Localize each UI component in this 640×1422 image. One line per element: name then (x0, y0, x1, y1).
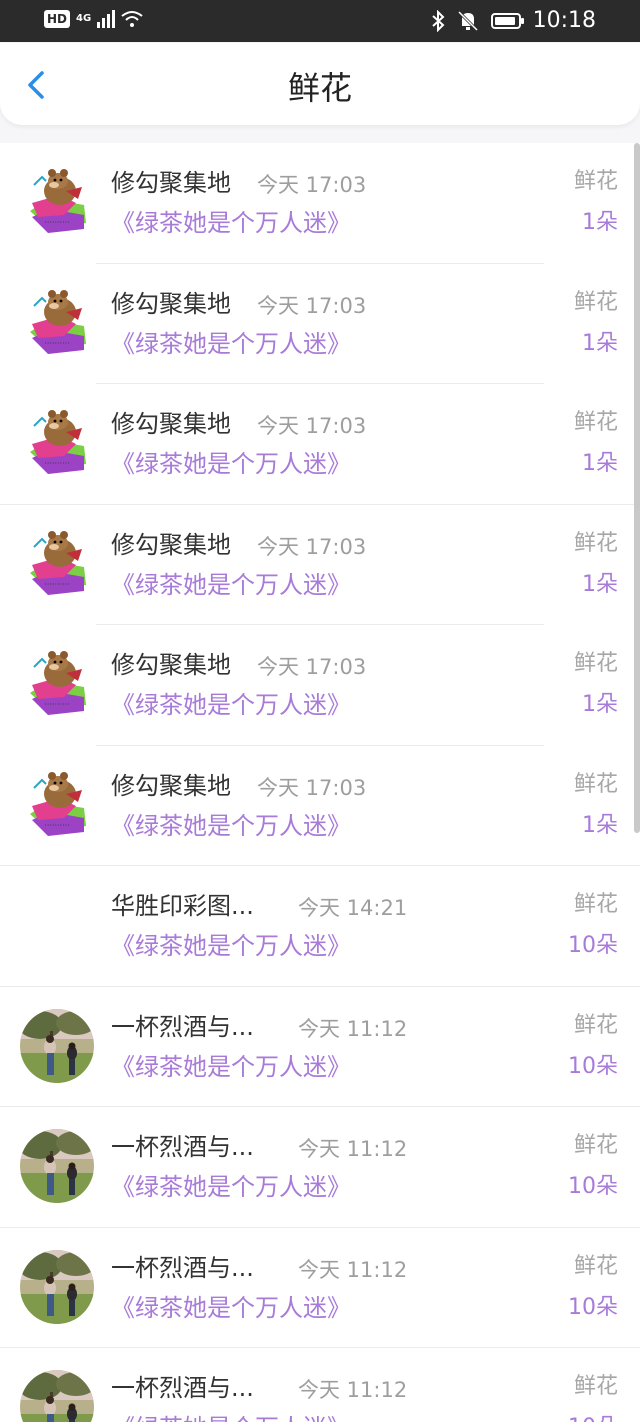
avatar[interactable] (20, 1250, 94, 1324)
status-time: 10:18 (532, 8, 596, 33)
wifi-icon (121, 11, 143, 27)
gift-count: 10朵 (568, 933, 618, 958)
sender-name: 修勾聚集地 (111, 410, 231, 438)
book-title[interactable]: 《绿茶她是个万人迷》 (111, 328, 351, 360)
status-right: 10:18 (431, 8, 596, 34)
gift-count: 1朵 (582, 812, 618, 838)
timestamp: 今天 17:03 (257, 775, 367, 800)
timestamp: 今天 17:03 (257, 655, 367, 679)
book-title[interactable]: 《绿茶她是个万人迷》 (111, 1051, 351, 1083)
gift-type: 鲜花 (573, 530, 618, 556)
sender-name: 华胜印彩图... (111, 892, 254, 920)
gift-type: 鲜花 (573, 1133, 618, 1158)
list-item[interactable]: 一杯烈酒与... 今天 11:12 《绿茶她是个万人迷》 鲜花 10朵 (0, 987, 640, 1107)
timestamp: 今天 11:12 (298, 1137, 408, 1161)
book-title[interactable]: 《绿茶她是个万人迷》 (111, 930, 351, 962)
list-item[interactable]: 修勾聚集地 今天 17:03 《绿茶她是个万人迷》 鲜花 1朵 (0, 264, 640, 384)
timestamp: 今天 17:03 (257, 293, 367, 318)
book-title[interactable]: 《绿茶她是个万人迷》 (111, 448, 351, 480)
timestamp: 今天 17:03 (257, 414, 367, 438)
timestamp: 今天 11:12 (298, 1378, 408, 1402)
nav-header: 鲜花 (0, 43, 640, 125)
sender-name: 修勾聚集地 (111, 289, 231, 318)
list-item[interactable]: 修勾聚集地 今天 17:03 《绿茶她是个万人迷》 鲜花 1朵 (0, 746, 640, 866)
sender-name: 一杯烈酒与... (111, 1253, 254, 1282)
gift-count: 10朵 (568, 1174, 618, 1199)
page-title: 鲜花 (287, 69, 352, 107)
sender-name: 修勾聚集地 (111, 530, 231, 559)
book-title[interactable]: 《绿茶她是个万人迷》 (111, 1292, 351, 1324)
sender-name: 修勾聚集地 (111, 169, 231, 197)
gift-type: 鲜花 (573, 410, 618, 435)
gift-count: 1朵 (582, 330, 618, 356)
gift-count: 10朵 (568, 1412, 618, 1422)
avatar[interactable] (20, 165, 94, 239)
status-left: HD 4G (44, 10, 143, 28)
gift-count: 10朵 (568, 1294, 618, 1320)
book-title[interactable]: 《绿茶她是个万人迷》 (111, 1171, 351, 1203)
list-item[interactable]: 一杯烈酒与... 今天 11:12 《绿茶她是个万人迷》 鲜花 10朵 (0, 1348, 640, 1422)
gift-type: 鲜花 (573, 651, 618, 676)
avatar[interactable] (20, 527, 94, 601)
gift-type: 鲜花 (573, 289, 618, 315)
avatar[interactable] (20, 768, 94, 842)
gift-list[interactable]: 修勾聚集地 今天 17:03 《绿茶她是个万人迷》 鲜花 1朵 修勾聚集地 今天 17:03… (0, 143, 640, 1422)
network-label: 4G (76, 13, 92, 24)
gift-type: 鲜花 (573, 169, 618, 194)
sender-name: 一杯烈酒与... (111, 1012, 254, 1041)
signal-icon (97, 10, 116, 28)
gift-count: 1朵 (582, 692, 618, 717)
avatar[interactable] (20, 1009, 94, 1083)
list-item[interactable]: 华胜印彩图... 今天 14:21 《绿茶她是个万人迷》 鲜花 10朵 (0, 866, 640, 987)
scrollbar[interactable] (634, 143, 640, 833)
avatar[interactable] (20, 406, 94, 480)
sender-name: 一杯烈酒与... (111, 1374, 254, 1402)
list-item[interactable]: 修勾聚集地 今天 17:03 《绿茶她是个万人迷》 鲜花 1朵 (0, 625, 640, 746)
status-bar: HD 4G 10:18 (0, 0, 640, 42)
gift-count: 10朵 (568, 1053, 618, 1079)
list-item[interactable]: 一杯烈酒与... 今天 11:12 《绿茶她是个万人迷》 鲜花 10朵 (0, 1107, 640, 1228)
timestamp: 今天 17:03 (257, 173, 367, 197)
book-title[interactable]: 《绿茶她是个万人迷》 (111, 810, 351, 842)
gift-count: 1朵 (582, 451, 618, 476)
timestamp: 今天 17:03 (257, 534, 367, 559)
gift-type: 鲜花 (573, 771, 618, 797)
avatar[interactable] (20, 1370, 94, 1422)
battery-icon (490, 13, 524, 29)
timestamp: 今天 11:12 (298, 1257, 408, 1282)
bluetooth-icon (431, 10, 445, 32)
gift-count: 1朵 (582, 571, 618, 597)
hd-badge: HD (44, 10, 71, 28)
avatar[interactable] (20, 647, 94, 721)
avatar[interactable] (20, 1129, 94, 1203)
book-title[interactable]: 《绿茶她是个万人迷》 (111, 1412, 351, 1422)
list-item[interactable]: 修勾聚集地 今天 17:03 《绿茶她是个万人迷》 鲜花 1朵 (0, 384, 640, 505)
book-title[interactable]: 《绿茶她是个万人迷》 (111, 689, 351, 721)
timestamp: 今天 14:21 (298, 896, 408, 920)
book-title[interactable]: 《绿茶她是个万人迷》 (111, 207, 351, 239)
gift-type: 鲜花 (573, 1374, 618, 1399)
book-title[interactable]: 《绿茶她是个万人迷》 (111, 569, 351, 601)
gift-count: 1朵 (582, 210, 618, 235)
sender-name: 一杯烈酒与... (111, 1133, 254, 1161)
mute-bell-icon (457, 10, 478, 32)
avatar[interactable] (20, 286, 94, 360)
gift-type: 鲜花 (573, 1012, 618, 1038)
list-item[interactable]: 修勾聚集地 今天 17:03 《绿茶她是个万人迷》 鲜花 1朵 (0, 505, 640, 625)
list-item[interactable]: 一杯烈酒与... 今天 11:12 《绿茶她是个万人迷》 鲜花 10朵 (0, 1228, 640, 1348)
list-item[interactable]: 修勾聚集地 今天 17:03 《绿茶她是个万人迷》 鲜花 1朵 (0, 143, 640, 264)
sender-name: 修勾聚集地 (111, 651, 231, 679)
sender-name: 修勾聚集地 (111, 771, 231, 800)
gift-type: 鲜花 (573, 892, 618, 917)
timestamp: 今天 11:12 (298, 1016, 408, 1041)
gift-type: 鲜花 (573, 1253, 618, 1279)
